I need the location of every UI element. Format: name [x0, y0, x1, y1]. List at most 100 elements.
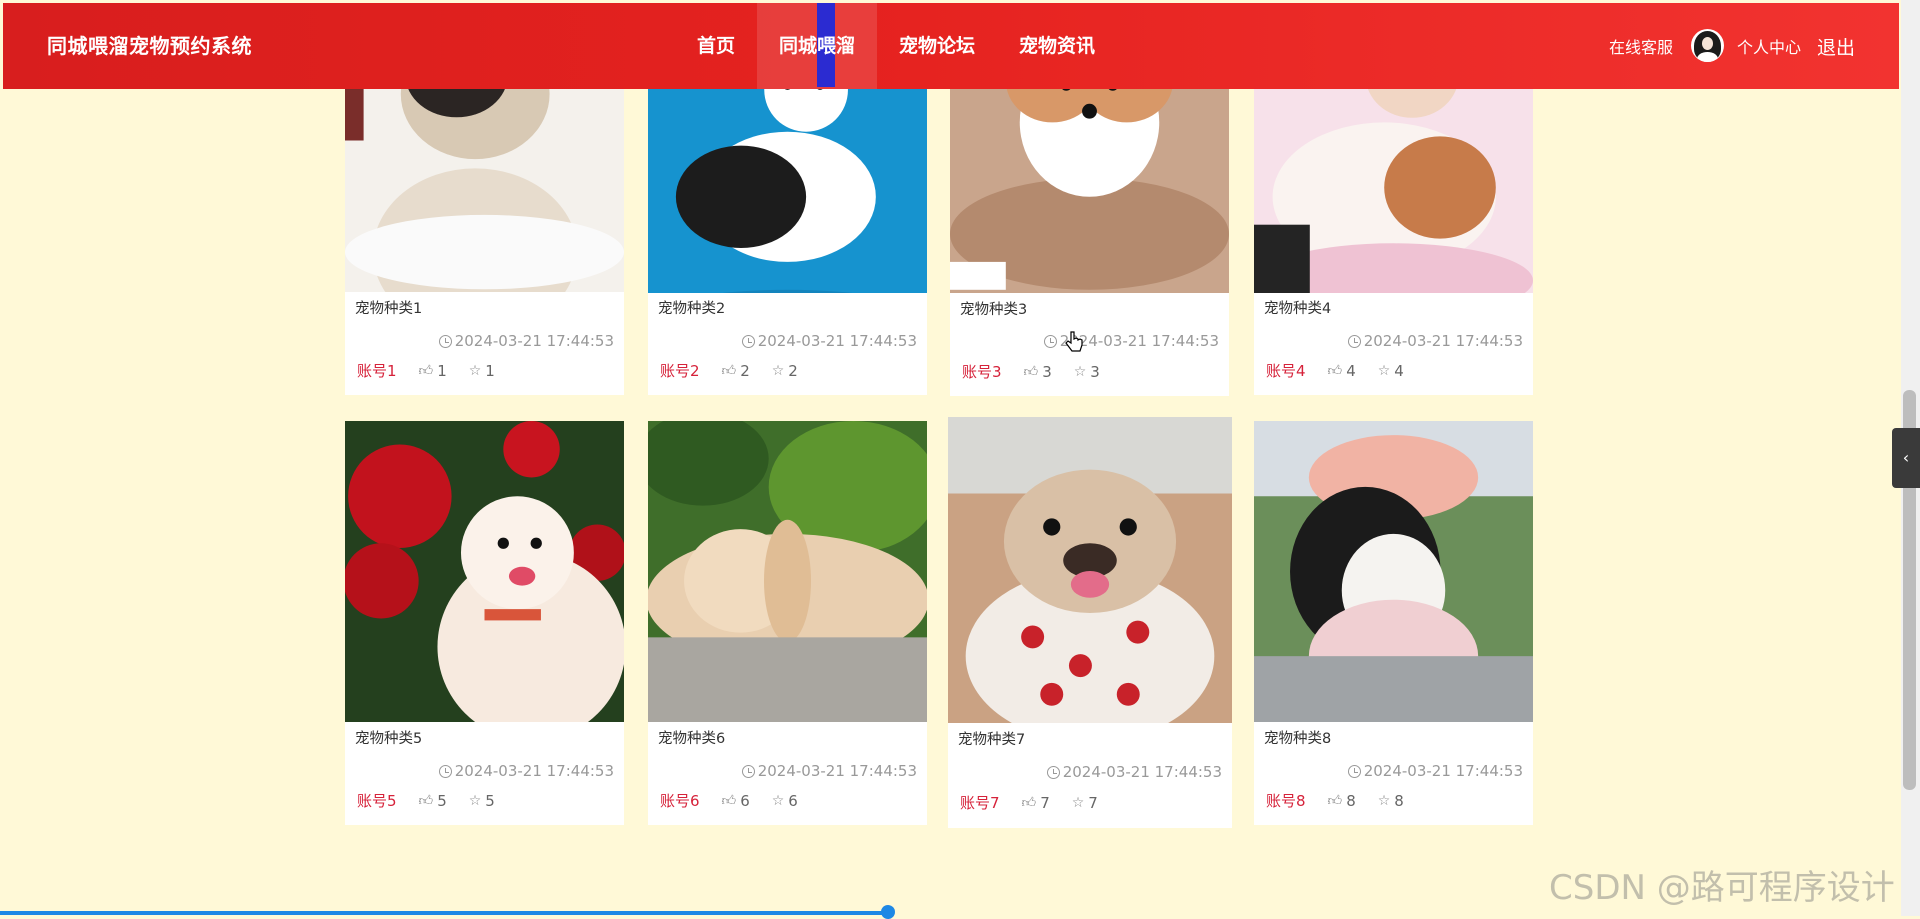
account-label[interactable]: 账号2: [660, 360, 700, 381]
pet-card[interactable]: 宠物种类5 2024-03-21 17:44:53 账号5 👍︎ 5 ☆ 5: [345, 421, 624, 825]
pet-card-time: 2024-03-21 17:44:53: [1347, 332, 1523, 350]
nav-home[interactable]: 首页: [675, 3, 757, 89]
favorite-count: 6: [788, 791, 798, 810]
online-service-link[interactable]: 在线客服: [1609, 3, 1673, 89]
avatar[interactable]: [1691, 29, 1724, 62]
like-count: 6: [740, 791, 750, 810]
favorite-count: 3: [1090, 362, 1100, 381]
pet-card-title[interactable]: 宠物种类5: [355, 727, 422, 748]
like-count: 5: [437, 791, 447, 810]
watermark: CSDN @路可程序设计: [1549, 868, 1895, 908]
like-count: 8: [1346, 791, 1356, 810]
thumbs-up-icon[interactable]: 👍︎: [1328, 792, 1343, 809]
clock-icon: [741, 334, 755, 348]
account-label[interactable]: 账号1: [357, 360, 397, 381]
like-count: 4: [1346, 361, 1356, 380]
mouse-cursor-icon: [1065, 331, 1083, 352]
pet-photo[interactable]: [1254, 421, 1533, 722]
star-icon[interactable]: ☆: [772, 793, 785, 809]
pet-card-meta: 账号3 👍︎ 3 ☆ 3: [962, 361, 1122, 382]
thumbs-up-icon[interactable]: 👍︎: [722, 362, 737, 379]
thumbs-up-icon[interactable]: 👍︎: [722, 792, 737, 809]
pet-card-meta: 账号4 👍︎ 4 ☆ 4: [1266, 360, 1426, 381]
pet-card-title[interactable]: 宠物种类7: [958, 728, 1025, 749]
clock-icon: [1347, 764, 1361, 778]
pet-photo[interactable]: [948, 417, 1232, 723]
pet-card-meta: 账号7 👍︎ 7 ☆ 7: [960, 792, 1120, 813]
pet-card[interactable]: 宠物种类8 2024-03-21 17:44:53 账号8 👍︎ 8 ☆ 8: [1254, 421, 1533, 825]
star-icon[interactable]: ☆: [1072, 795, 1085, 811]
thumbs-up-icon[interactable]: 👍︎: [419, 792, 434, 809]
account-label[interactable]: 账号8: [1266, 790, 1306, 811]
nav-pet-news[interactable]: 宠物资讯: [997, 3, 1117, 89]
pet-card-title[interactable]: 宠物种类8: [1264, 727, 1331, 748]
pet-card-meta: 账号2 👍︎ 2 ☆ 2: [660, 360, 820, 381]
thumbs-up-icon[interactable]: 👍︎: [1328, 362, 1343, 379]
account-label[interactable]: 账号7: [960, 792, 1000, 813]
pet-card-meta: 账号1 👍︎ 1 ☆ 1: [357, 360, 517, 381]
star-icon[interactable]: ☆: [772, 363, 785, 379]
pet-card[interactable]: 宠物种类3 2024-03-21 17:44:53 账号3 👍︎ 3 ☆ 3: [950, 82, 1229, 396]
scroll-progress-handle[interactable]: [881, 905, 895, 919]
pet-card-title[interactable]: 宠物种类2: [658, 297, 725, 318]
like-count: 7: [1040, 793, 1050, 812]
pet-photo[interactable]: [1254, 82, 1533, 293]
pet-card-time: 2024-03-21 17:44:53: [1347, 762, 1523, 780]
pet-photo[interactable]: [950, 82, 1229, 293]
favorite-count: 2: [788, 361, 798, 380]
nav-walk-service[interactable]: 同城喂溜: [757, 3, 878, 89]
like-count: 2: [740, 361, 750, 380]
account-label[interactable]: 账号4: [1266, 360, 1306, 381]
pet-photo[interactable]: [345, 82, 624, 292]
user-center-link[interactable]: 个人中心: [1737, 3, 1801, 89]
pet-card-time: 2024-03-21 17:44:53: [741, 332, 917, 350]
pet-card-title[interactable]: 宠物种类6: [658, 727, 725, 748]
thumbs-up-icon[interactable]: 👍︎: [1024, 363, 1039, 380]
favorite-count: 4: [1394, 361, 1404, 380]
favorite-count: 5: [485, 791, 495, 810]
pet-photo[interactable]: [345, 421, 624, 722]
star-icon[interactable]: ☆: [469, 363, 482, 379]
top-navbar: 同城喂溜宠物预约系统 首页 同城喂溜 宠物论坛 宠物资讯 在线客服 个人中心 退…: [3, 3, 1899, 89]
clock-icon: [438, 764, 452, 778]
nav-pet-forum[interactable]: 宠物论坛: [877, 3, 997, 89]
pet-card[interactable]: 宠物种类7 2024-03-21 17:44:53 账号7 👍︎ 7 ☆ 7: [948, 417, 1232, 828]
pet-card[interactable]: 宠物种类6 2024-03-21 17:44:53 账号6 👍︎ 6 ☆ 6: [648, 421, 927, 825]
site-brand[interactable]: 同城喂溜宠物预约系统: [47, 3, 252, 89]
pet-card-meta: 账号6 👍︎ 6 ☆ 6: [660, 790, 820, 811]
thumbs-up-icon[interactable]: 👍︎: [419, 362, 434, 379]
pet-card-title[interactable]: 宠物种类4: [1264, 297, 1331, 318]
pet-card-time: 2024-03-21 17:44:53: [438, 762, 614, 780]
pet-card[interactable]: 宠物种类4 2024-03-21 17:44:53 账号4 👍︎ 4 ☆ 4: [1254, 82, 1533, 395]
pet-card-title[interactable]: 宠物种类1: [355, 297, 422, 318]
account-label[interactable]: 账号5: [357, 790, 397, 811]
clock-icon: [438, 334, 452, 348]
pet-card-time: 2024-03-21 17:44:53: [438, 332, 614, 350]
pet-card[interactable]: 宠物种类1 2024-03-21 17:44:53 账号1 👍︎ 1 ☆ 1: [345, 82, 624, 395]
pet-photo[interactable]: [648, 421, 927, 722]
chevron-left-icon: ‹: [1902, 448, 1910, 467]
pet-card-time: 2024-03-21 17:44:53: [1046, 763, 1222, 781]
account-label[interactable]: 账号6: [660, 790, 700, 811]
account-label[interactable]: 账号3: [962, 361, 1002, 382]
side-toggle-tab[interactable]: ‹: [1892, 428, 1920, 488]
pet-card-title[interactable]: 宠物种类3: [960, 298, 1027, 319]
pet-card[interactable]: 宠物种类2 2024-03-21 17:44:53 账号2 👍︎ 2 ☆ 2: [648, 82, 927, 395]
like-count: 1: [437, 361, 447, 380]
clock-icon: [741, 764, 755, 778]
scroll-progress-bar: [0, 911, 890, 915]
favorite-count: 1: [485, 361, 495, 380]
main-nav: 首页 同城喂溜 宠物论坛 宠物资讯: [675, 3, 1117, 89]
like-count: 3: [1042, 362, 1052, 381]
clock-icon: [1043, 334, 1057, 348]
pet-card-meta: 账号5 👍︎ 5 ☆ 5: [357, 790, 517, 811]
star-icon[interactable]: ☆: [1378, 793, 1391, 809]
pet-photo[interactable]: [648, 82, 927, 293]
logout-link[interactable]: 退出: [1817, 3, 1855, 89]
star-icon[interactable]: ☆: [469, 793, 482, 809]
star-icon[interactable]: ☆: [1378, 363, 1391, 379]
thumbs-up-icon[interactable]: 👍︎: [1022, 794, 1037, 811]
star-icon[interactable]: ☆: [1074, 364, 1087, 380]
favorite-count: 7: [1088, 793, 1098, 812]
favorite-count: 8: [1394, 791, 1404, 810]
